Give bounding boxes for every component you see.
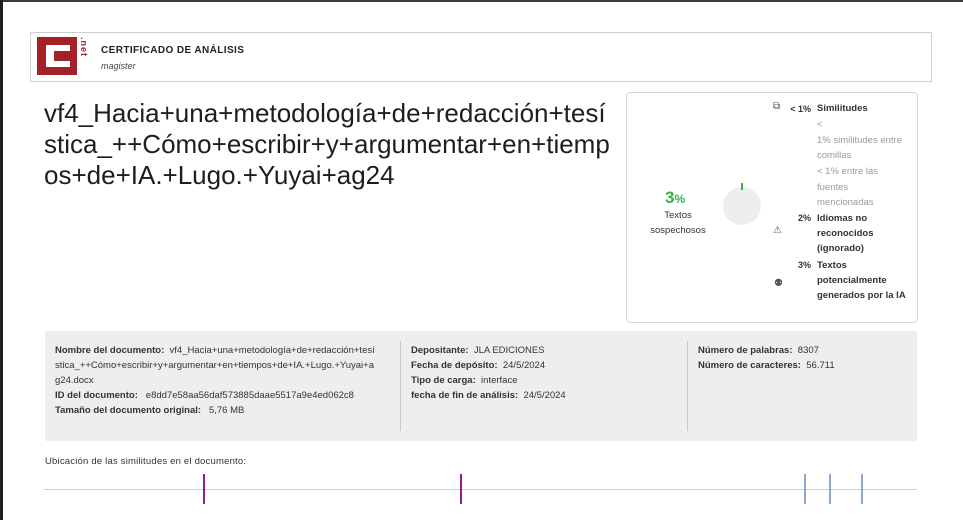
word-count-row: Número de palabras: 8307: [698, 345, 819, 356]
certificate-title: CERTIFICADO DE ANÁLISIS: [101, 45, 245, 56]
info-column-document: Nombre del documento: vf4_Hacia+una+meto…: [55, 343, 375, 418]
ai-robot-icon: ⚉: [774, 278, 783, 289]
similarity-marker[interactable]: [828, 474, 831, 504]
deposit-date-row: Fecha de depósito: 24/5/2024: [411, 360, 546, 371]
stats-panel: 3% Textos sospechosos ⧉ < 1% Similitudes…: [626, 92, 918, 323]
certificate-subtitle: magister: [101, 61, 136, 71]
copy-pages-icon: ⧉: [773, 101, 781, 112]
suspicious-label: Textos sospechosos: [650, 210, 706, 236]
document-title: vf4_Hacia+una+metodología+de+redacción+t…: [44, 98, 610, 190]
ai-percent: 3%: [797, 260, 811, 270]
document-id-row: ID del documento: e8dd7e58aa56daf573885d…: [55, 390, 354, 401]
warning-icon: ⚠: [773, 225, 782, 236]
similarity-location-label: Ubicación de las similitudes en el docum…: [45, 456, 247, 467]
upload-type-row: Tipo de carga: interface: [411, 375, 518, 386]
languages-label: Idiomas no reconocidos (ignorado): [817, 213, 874, 254]
document-size-row: Tamaño del documento original: 5,76 MB: [55, 405, 245, 416]
document-info-box: Nombre del documento: vf4_Hacia+una+meto…: [45, 331, 917, 441]
languages-percent: 2%: [797, 213, 811, 223]
window-left-border: [0, 0, 3, 520]
info-column-deposit: Depositante: JLA EDICIONES Fecha de depó…: [411, 343, 681, 403]
similarity-marker[interactable]: [459, 474, 462, 504]
certificate-header: .net CERTIFICADO DE ANÁLISIS magister: [30, 32, 932, 82]
similarity-marker[interactable]: [861, 474, 864, 504]
logo-letter-shape: [46, 45, 70, 67]
quotes-note: < 1% similitudes entre comillas: [817, 119, 903, 161]
document-name-row: Nombre del documento: vf4_Hacia+una+meto…: [55, 345, 375, 386]
analysis-end-row: fecha de fin de análisis: 24/5/2024: [411, 390, 566, 401]
sources-note: < 1% entre las fuentes mencionadas: [817, 166, 878, 208]
info-column-counts: Número de palabras: 8307 Número de carac…: [698, 343, 908, 373]
similarities-label: Similitudes: [817, 103, 868, 114]
similarity-marker[interactable]: [202, 474, 205, 504]
gauge-indicator: [741, 183, 743, 190]
similarity-location-track: [44, 489, 917, 490]
logo-net-text: .net: [79, 37, 89, 58]
info-divider: [400, 341, 401, 431]
depositor-row: Depositante: JLA EDICIONES: [411, 345, 545, 356]
info-divider: [687, 341, 688, 431]
suspicious-gauge: [723, 187, 761, 225]
window-top-border: [0, 0, 963, 2]
ai-label: Textos potencialmente generados por la I…: [817, 260, 906, 301]
similarities-percent: < 1%: [790, 104, 811, 114]
char-count-row: Número de caracteres: 56.711: [698, 360, 835, 371]
compilatio-logo-icon: [37, 37, 77, 75]
suspicious-percent: 3%: [665, 188, 686, 207]
similarity-marker[interactable]: [803, 474, 806, 504]
